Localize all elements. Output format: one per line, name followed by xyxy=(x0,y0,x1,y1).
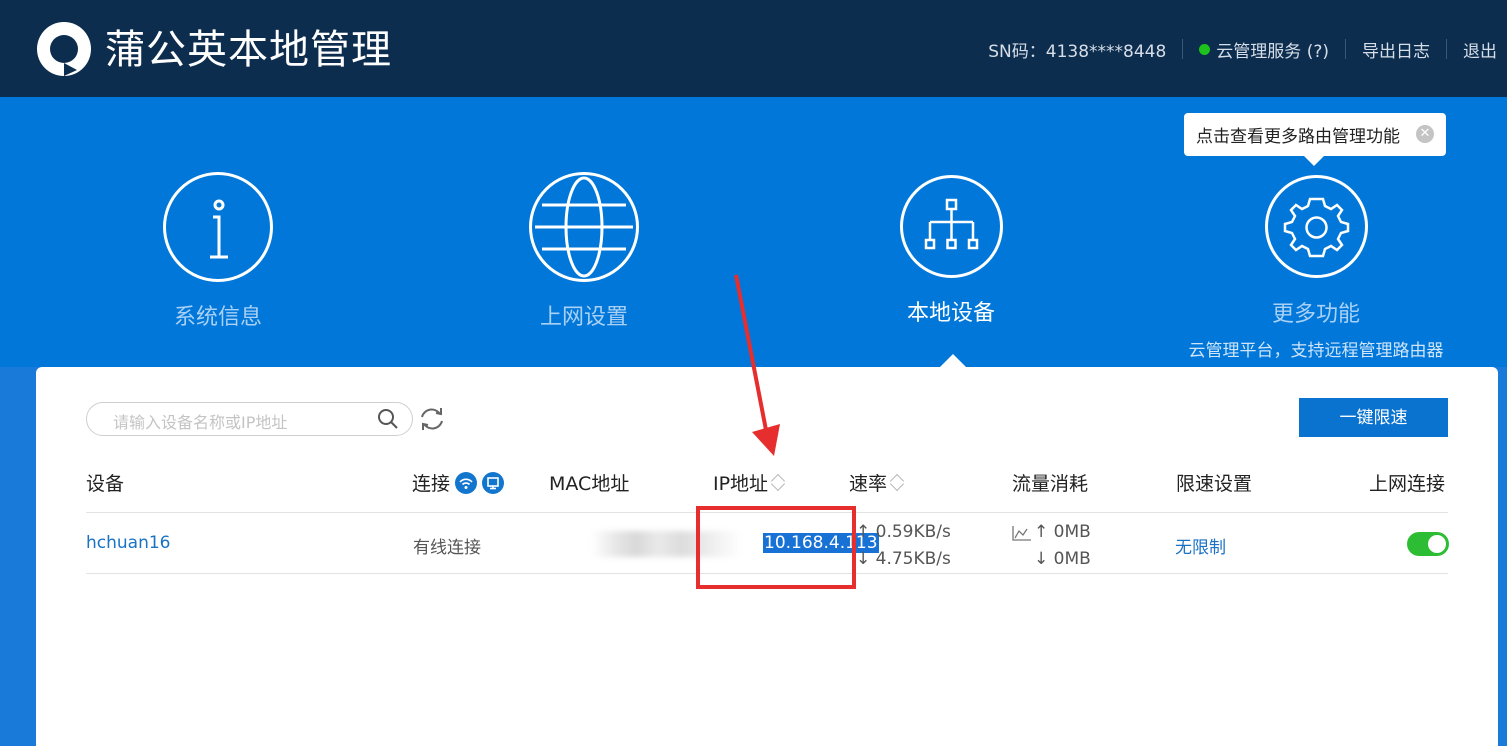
cloud-service-label: 云管理服务 (?) xyxy=(1216,41,1329,62)
nav-label: 更多功能 xyxy=(1271,302,1360,327)
th-connection-label: 连接 xyxy=(412,473,451,495)
th-internet: 上网连接 xyxy=(1369,473,1446,495)
app-title: 蒲公英本地管理 xyxy=(105,27,392,73)
nav-label: 系统信息 xyxy=(173,305,262,330)
search-icon[interactable] xyxy=(376,407,400,431)
network-tree-icon xyxy=(899,175,1003,278)
rate-cell: ↑ 0.59KB/s ↓ 4.75KB/s xyxy=(856,519,951,573)
gear-icon xyxy=(1264,175,1368,278)
th-mac: MAC地址 xyxy=(549,473,630,495)
th-connection: 连接 xyxy=(412,469,505,496)
divider xyxy=(1345,39,1346,59)
rate-download: ↓ 4.75KB/s xyxy=(856,549,951,569)
nav-subtitle: 云管理平台，支持远程管理路由器 xyxy=(1188,341,1444,361)
divider xyxy=(1182,39,1184,59)
internet-toggle[interactable] xyxy=(1407,532,1449,556)
th-speed-setting: 限速设置 xyxy=(1176,473,1253,495)
rate-upload: ↑ 0.59KB/s xyxy=(856,522,951,542)
nav-item-local-devices[interactable]: 本地设备 xyxy=(831,175,1071,327)
top-bar: 蒲公英本地管理 SN码：4138****8448 云管理服务 (?) 导出日志 … xyxy=(0,0,1507,97)
search-placeholder: 请输入设备名称或IP地址 xyxy=(113,413,288,432)
traffic-chart-icon[interactable] xyxy=(1012,525,1032,541)
th-ip-label: IP地址 xyxy=(713,473,769,495)
device-name-link[interactable]: hchuan16 xyxy=(86,533,171,553)
connection-type: 有线连接 xyxy=(413,538,481,558)
globe-icon xyxy=(529,172,639,282)
speed-setting-link[interactable]: 无限制 xyxy=(1175,533,1226,558)
refresh-icon[interactable] xyxy=(418,405,446,433)
th-rate-label: 速率 xyxy=(849,473,888,495)
traffic-download: ↓ 0MB xyxy=(1034,549,1091,569)
nav-label: 本地设备 xyxy=(906,301,995,326)
info-icon xyxy=(163,172,273,282)
traffic-cell: ↑ 0MB ↓ 0MB xyxy=(1012,519,1091,573)
wifi-icon[interactable] xyxy=(455,471,478,494)
traffic-upload: ↑ 0MB xyxy=(1034,522,1091,542)
top-right-menu: SN码：4138****8448 云管理服务 (?) 导出日志 退出 xyxy=(988,36,1507,62)
cloud-service-link[interactable]: 云管理服务 (?) xyxy=(1199,37,1329,62)
nav-label: 上网设置 xyxy=(539,305,628,330)
serial-number: SN码：4138****8448 xyxy=(988,41,1167,62)
sort-icon[interactable] xyxy=(891,473,905,493)
divider xyxy=(1446,39,1447,59)
tooltip-text: 点击查看更多路由管理功能 xyxy=(1196,127,1400,147)
th-ip[interactable]: IP地址 xyxy=(713,469,786,496)
th-rate[interactable]: 速率 xyxy=(849,469,905,496)
nav-item-system-info[interactable]: 系统信息 xyxy=(98,172,338,331)
status-dot-icon xyxy=(1199,43,1211,55)
active-nav-indicator xyxy=(940,354,966,367)
close-icon[interactable]: ✕ xyxy=(1416,125,1434,143)
annotation-highlight-box xyxy=(696,506,856,589)
th-traffic: 流量消耗 xyxy=(1012,473,1089,495)
more-features-tooltip: 点击查看更多路由管理功能 ✕ xyxy=(1184,113,1446,166)
dandelion-logo-icon xyxy=(37,22,91,76)
wired-monitor-icon[interactable] xyxy=(482,471,505,494)
sort-icon[interactable] xyxy=(772,473,786,493)
search-input[interactable]: 请输入设备名称或IP地址 xyxy=(86,402,413,436)
speed-limit-all-button[interactable]: 一键限速 xyxy=(1299,398,1448,437)
logout-link[interactable]: 退出 xyxy=(1463,37,1507,62)
th-device: 设备 xyxy=(86,473,125,495)
nav-item-internet-settings[interactable]: 上网设置 xyxy=(464,172,704,331)
nav-item-more-features[interactable]: 更多功能 云管理平台，支持远程管理路由器 xyxy=(1166,175,1466,361)
export-log-link[interactable]: 导出日志 xyxy=(1362,37,1430,62)
